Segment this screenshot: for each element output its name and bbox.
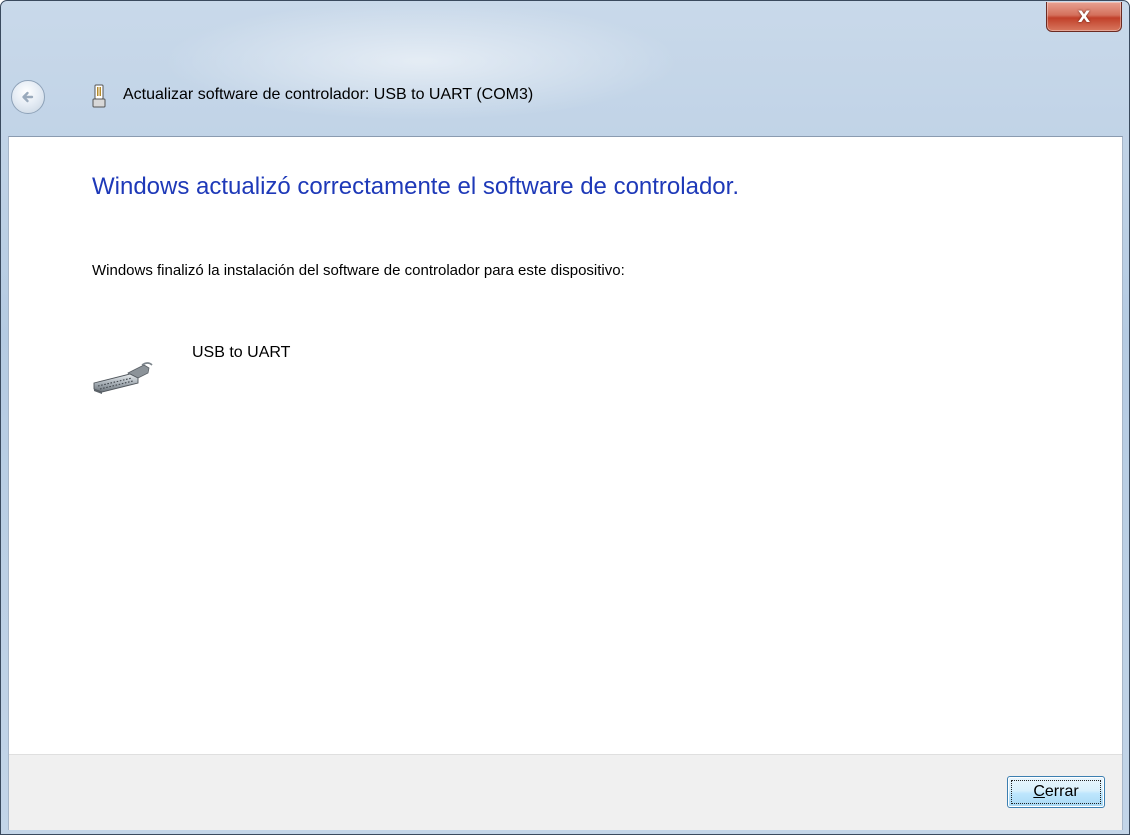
close-icon: X <box>1077 6 1091 26</box>
cerrar-button-label: Cerrar <box>1033 783 1078 801</box>
back-button[interactable] <box>11 80 45 114</box>
success-heading: Windows actualizó correctamente el softw… <box>92 173 739 200</box>
dialog-window: X Actualizar software de controlador: US… <box>0 0 1130 835</box>
dialog-footer: Cerrar <box>9 754 1122 830</box>
window-close-button[interactable]: X <box>1046 2 1122 32</box>
usb-device-icon <box>92 84 106 108</box>
serial-port-connector-icon <box>93 362 153 394</box>
device-name: USB to UART <box>192 344 291 361</box>
cerrar-mnemonic: C <box>1033 783 1045 800</box>
window-title: Actualizar software de controlador: USB … <box>123 86 534 103</box>
cerrar-button[interactable]: Cerrar <box>1007 776 1105 808</box>
description-text: Windows finalizó la instalación del soft… <box>92 262 625 279</box>
back-arrow-icon <box>22 91 34 103</box>
cerrar-label-rest: errar <box>1044 783 1079 800</box>
wizard-content: Windows actualizó correctamente el softw… <box>8 136 1123 830</box>
